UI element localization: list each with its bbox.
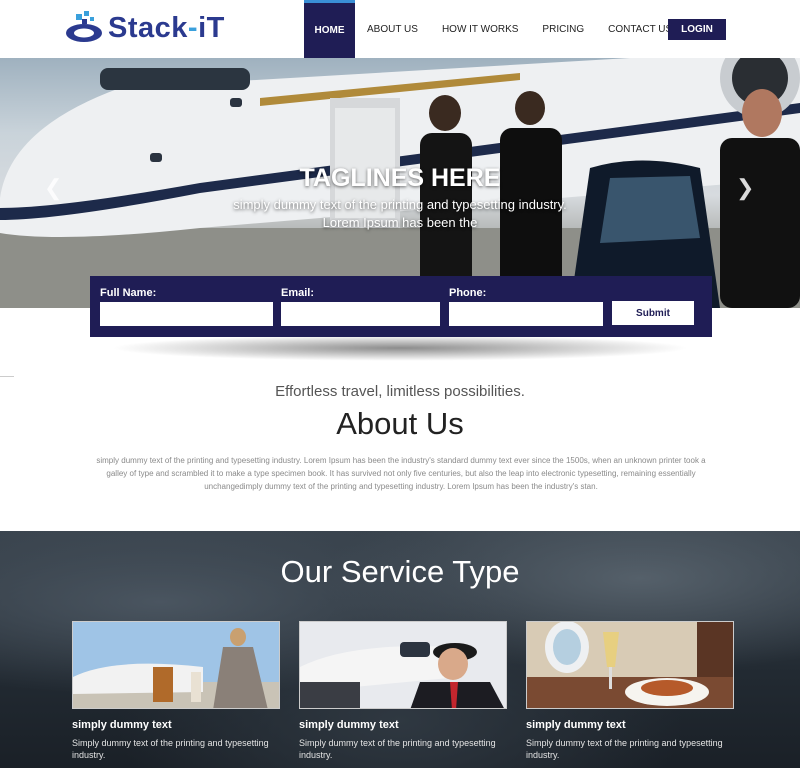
email-input[interactable] [281, 302, 440, 326]
phone-input[interactable] [449, 302, 603, 326]
about-body: simply dummy text of the printing and ty… [70, 454, 732, 493]
hero-subtitle: simply dummy text of the printing and ty… [200, 196, 600, 232]
nav-about-us[interactable]: ABOUT US [355, 0, 430, 58]
email-label: Email: [281, 287, 315, 299]
about-body-line1: simply dummy text of the printing and ty… [96, 456, 706, 465]
service-card-text: Simply dummy text of the printing and ty… [526, 738, 723, 760]
form-shadow [110, 335, 690, 361]
submit-button[interactable]: Submit [612, 301, 694, 325]
hero-subtitle-line2: Lorem Ipsum has been the [322, 215, 478, 230]
service-card[interactable]: simply dummy text Simply dummy text of t… [72, 621, 282, 761]
service-card-text: Simply dummy text of the printing and ty… [299, 738, 496, 760]
full-name-label: Full Name: [100, 287, 157, 299]
logo[interactable]: Stack-iT [62, 8, 232, 48]
service-card-title: simply dummy text [299, 719, 399, 731]
chevron-right-icon[interactable]: ❯ [736, 175, 754, 201]
quick-contact-form: Full Name: Email: Phone: Submit [90, 276, 712, 337]
site-header: Stack-iT HOME ABOUT US HOW IT WORKS PRIC… [0, 0, 800, 58]
chevron-left-icon[interactable]: ❮ [44, 175, 62, 201]
divider [0, 376, 14, 377]
service-card-text: Simply dummy text of the printing and ty… [72, 738, 269, 760]
service-card-image [299, 621, 507, 709]
about-body-line3: unchangedimply dummy text of the printin… [204, 482, 598, 491]
login-button[interactable]: LOGIN [668, 19, 726, 40]
service-card-title: simply dummy text [526, 719, 626, 731]
about-body-line2: galley of type and scrambled it to make … [106, 469, 696, 478]
logo-text: Stack-iT [108, 11, 225, 44]
hero-subtitle-line1: simply dummy text of the printing and ty… [233, 197, 567, 212]
services-title: Our Service Type [280, 554, 520, 589]
main-nav: HOME ABOUT US HOW IT WORKS PRICING CONTA… [304, 0, 684, 58]
phone-label: Phone: [449, 287, 487, 299]
service-card[interactable]: simply dummy text Simply dummy text of t… [526, 621, 736, 761]
full-name-input[interactable] [100, 302, 273, 326]
services-section: Our Service Type simply dummy text Simpl… [0, 531, 800, 768]
service-card-image [72, 621, 280, 709]
logo-icon [66, 11, 102, 42]
about-title: About Us [336, 406, 464, 441]
nav-pricing[interactable]: PRICING [530, 0, 596, 58]
hero-title: TAGLINES HERE [299, 164, 501, 192]
nav-how-it-works[interactable]: HOW IT WORKS [430, 0, 530, 58]
hero-slider: TAGLINES HERE simply dummy text of the p… [0, 58, 800, 308]
about-tagline: Effortless travel, limitless possibiliti… [275, 383, 525, 400]
service-card-image [526, 621, 734, 709]
service-card-title: simply dummy text [72, 719, 172, 731]
nav-home[interactable]: HOME [304, 0, 355, 58]
service-card[interactable]: simply dummy text Simply dummy text of t… [299, 621, 509, 761]
